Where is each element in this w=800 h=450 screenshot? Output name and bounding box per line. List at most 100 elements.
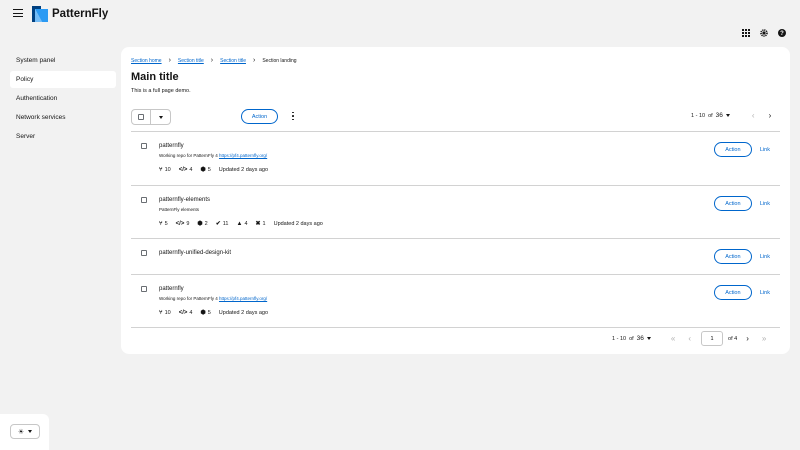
toolbar-action-button[interactable]: Action [241,109,278,124]
warning-icon: ▲ [236,220,243,227]
row-description: Working repo for PatternFly 4 https://pf… [159,153,267,158]
row-stats: ⑂ 10 </> 4 ⬢ 5 Updated 2 days ago [159,166,268,174]
next-page-icon[interactable]: › [769,111,772,120]
brand-logo[interactable]: PatternFly [32,6,108,22]
sidebar-item-server[interactable]: Server [10,128,116,145]
pagination-range: 1 - 10 [612,335,627,342]
stat-errors: ✖ 1 [256,220,266,228]
per-page-toggle[interactable]: 1 - 10 of 36 [612,335,651,342]
list-item: patternfly Working repo for PatternFly 4… [131,131,780,185]
row-description-link[interactable]: https://pf4.patternfly.org/ [219,296,267,301]
row-title: patternfly [159,143,184,149]
branch-icon: ⑂ [159,309,163,316]
row-action-button[interactable]: Action [713,285,752,300]
row-checkbox[interactable] [141,143,147,149]
row-action-button[interactable]: Action [713,142,752,157]
chevron-right-icon: › [168,57,171,64]
gear-icon[interactable] [760,29,768,37]
breadcrumb-current: Section landing [262,57,297,64]
stat-branches: ⑂ 10 [159,167,171,173]
page-number-input[interactable] [701,331,724,346]
page-title: Main title [131,71,179,83]
stat-cubes: ⬢ 2 [197,220,207,228]
bulk-select-checkbox-wrap[interactable] [132,110,151,124]
breadcrumb-link[interactable]: Section title [220,58,246,64]
next-page-icon[interactable]: › [746,334,749,343]
kebab-menu-icon[interactable] [291,111,295,121]
previous-page-icon[interactable]: ‹ [688,334,691,343]
theme-panel: ☀ [0,414,49,450]
sidebar-item-policy[interactable]: Policy [10,71,116,88]
sidebar-item-authentication[interactable]: Authentication [10,90,116,107]
sidebar-item-network-services[interactable]: Network services [10,109,116,126]
code-icon: </> [175,220,185,227]
row-checkbox[interactable] [141,197,147,203]
pagination-total: 36 [715,112,723,119]
row-title: patternfly-elements [159,197,211,203]
branch-icon: ⑂ [159,166,163,173]
row-description: PatternFly elements [159,207,199,212]
per-page-toggle[interactable]: 1 - 10 of 36 [691,112,730,119]
hamburger-icon[interactable] [13,9,23,19]
row-description-text: Working repo for PatternFly 4 [159,296,218,301]
stat-branches: ⑂ 10 [159,310,171,316]
stat-cubes: ⬢ 5 [200,309,211,317]
svg-text:?: ? [780,31,784,37]
row-checkbox[interactable] [141,286,147,292]
row-action-button[interactable]: Action [713,196,752,211]
branch-icon: ⑂ [159,220,163,227]
row-link[interactable]: Link [760,201,770,207]
row-stats: ⑂ 5 </> 9 ⬢ 2 ✔ 11 ▲ 4 ✖ 1 Updated 2 days ago [159,220,323,228]
stat-value: 4 [244,220,248,227]
pagination-bottom: 1 - 10 of 36 « ‹ of 4 › » [612,331,766,346]
patternfly-logo-icon [32,6,48,22]
row-description-link[interactable]: https://pf4.patternfly.org/ [219,153,267,158]
stat-value: 4 [189,166,193,173]
cube-icon: ⬢ [200,310,206,316]
last-page-icon[interactable]: » [762,334,766,343]
stat-checks: ✔ 11 [215,220,229,228]
breadcrumb-link[interactable]: Section home [131,58,162,64]
bulk-select-toggle[interactable] [151,110,170,124]
row-link[interactable]: Link [760,254,770,260]
list-divider [131,327,780,328]
pagination-total: 36 [636,335,644,342]
row-action-button[interactable]: Action [713,249,752,264]
masthead: PatternFly ? [0,0,800,46]
code-icon: </> [178,166,188,173]
pagination-of-pages: of 4 [728,335,738,342]
code-icon: </> [178,309,188,316]
stat-cubes: ⬢ 5 [200,166,210,174]
main-card: Section home › Section title › Section t… [121,47,790,354]
bulk-select-checkbox[interactable] [138,114,144,120]
breadcrumb: Section home › Section title › Section t… [131,57,297,64]
stat-warnings: ▲ 4 [236,221,247,227]
sidebar-item-system-panel[interactable]: System panel [10,52,116,69]
stat-value: 5 [164,220,168,227]
row-link[interactable]: Link [760,290,770,296]
row-stats: ⑂ 10 </> 4 ⬢ 5 Updated 2 days ago [159,309,268,317]
breadcrumb-link[interactable]: Section title [178,58,204,64]
cube-icon: ⬢ [197,221,203,227]
stat-code: </> 4 [179,167,193,173]
help-icon[interactable]: ? [778,29,786,37]
theme-toggle-button[interactable]: ☀ [10,424,40,439]
list-item: patternfly-elements PatternFly elements … [131,185,780,238]
previous-page-icon[interactable]: ‹ [752,111,755,120]
stat-value: 11 [222,220,229,227]
stat-value: 5 [207,309,211,316]
stat-value: 10 [164,166,171,173]
chevron-down-icon [646,337,651,340]
row-checkbox[interactable] [141,250,147,256]
check-circle-icon: ✔ [215,221,221,227]
chevron-down-icon [28,430,33,433]
row-link[interactable]: Link [760,147,770,153]
first-page-icon[interactable]: « [671,334,675,343]
pagination-range: 1 - 10 [691,112,706,119]
brand-name: PatternFly [52,8,109,20]
row-updated: Updated 2 days ago [273,220,323,227]
stat-value: 4 [189,309,193,316]
chevron-right-icon: › [210,57,214,64]
grid-icon[interactable] [742,29,750,37]
sun-icon: ☀ [17,428,25,436]
